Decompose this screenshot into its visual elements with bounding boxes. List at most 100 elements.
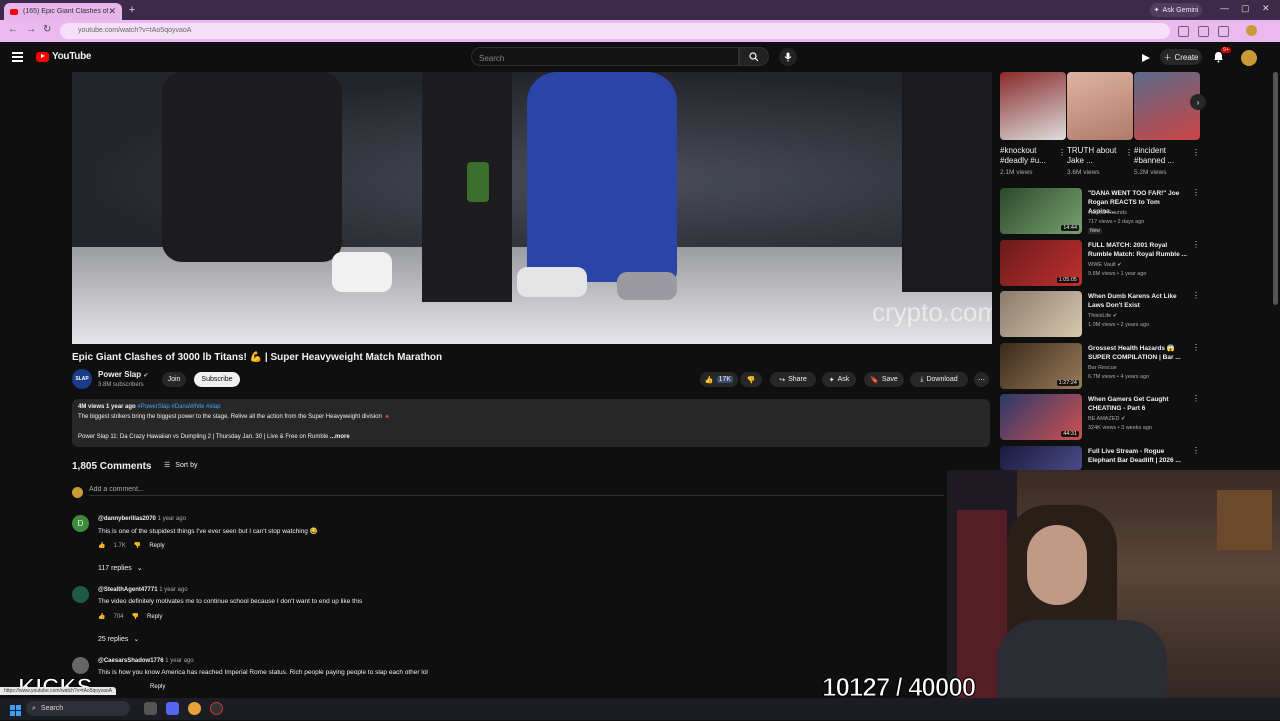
channel-avatar[interactable]: SLAP: [72, 369, 92, 389]
short-card[interactable]: #knockout #deadly #u... 2.1M views ⋮: [1000, 72, 1066, 176]
ask-gemini-button[interactable]: ✦ Ask Gemini: [1150, 3, 1202, 17]
thumbs-down-icon[interactable]: 👎: [134, 542, 141, 549]
join-button[interactable]: Join: [162, 372, 186, 387]
video-thumbnail[interactable]: 44:31: [1000, 394, 1082, 440]
video-thumbnail[interactable]: 14:44: [1000, 188, 1082, 234]
voice-search-button[interactable]: [779, 48, 797, 66]
more-options-icon[interactable]: ⋮: [1192, 291, 1200, 300]
youtube-logo[interactable]: YouTube: [36, 51, 92, 62]
browser-tab[interactable]: (165) Epic Giant Clashes of ✕: [4, 3, 122, 20]
short-card[interactable]: #incident #banned ... 5.2M views ⋮: [1134, 72, 1200, 176]
short-thumbnail[interactable]: [1067, 72, 1133, 140]
video-channel[interactable]: Tactical Rounds: [1088, 210, 1127, 216]
more-options-icon[interactable]: ⋮: [1192, 394, 1200, 403]
video-thumbnail[interactable]: [1000, 291, 1082, 337]
discord-icon[interactable]: [166, 702, 179, 715]
video-channel[interactable]: WWE Vault ✔: [1088, 262, 1122, 268]
extensions-icon[interactable]: [1178, 26, 1189, 37]
more-options-icon[interactable]: ⋮: [1192, 188, 1200, 197]
recommended-video[interactable]: 44:31 When Gamers Get Caught CHEATING - …: [1000, 394, 1200, 442]
create-button[interactable]: ＋ Create: [1160, 49, 1202, 65]
thumbs-down-icon[interactable]: 👎: [132, 613, 139, 620]
back-icon[interactable]: ←: [8, 24, 18, 35]
video-channel[interactable]: Bar Rescue: [1088, 365, 1117, 371]
video-thumbnail[interactable]: [1000, 446, 1082, 470]
comment-author[interactable]: @StealthAgent47771 1 year ago: [98, 587, 188, 593]
address-bar[interactable]: youtube.com/watch?v=tAo5qoyvaoA: [60, 23, 1170, 39]
short-title[interactable]: #knockout #deadly #u...: [1000, 146, 1066, 166]
video-title[interactable]: When Dumb Karens Act Like Laws Don't Exi…: [1088, 292, 1188, 310]
add-comment-input[interactable]: [89, 486, 944, 496]
like-button[interactable]: 👍 17K: [700, 372, 738, 387]
share-button[interactable]: ↪ Share: [770, 372, 816, 387]
short-title[interactable]: TRUTH about Jake ...: [1067, 146, 1133, 166]
video-title[interactable]: FULL MATCH: 2001 Royal Rumble Match: Roy…: [1088, 241, 1188, 259]
menu-icon[interactable]: [12, 52, 23, 64]
close-window-icon[interactable]: ✕: [1262, 3, 1270, 14]
show-more-link[interactable]: ...more: [330, 434, 350, 440]
recommended-video[interactable]: 14:44 "DANA WENT TOO FAR!" Joe Rogan REA…: [1000, 188, 1200, 236]
account-avatar[interactable]: [1241, 50, 1257, 66]
comment-avatar[interactable]: [72, 586, 89, 603]
more-options-icon[interactable]: ⋮: [1125, 148, 1133, 157]
obs-icon[interactable]: [210, 702, 223, 715]
tab-close-icon[interactable]: ✕: [108, 6, 116, 17]
thumbs-up-icon[interactable]: 👍: [98, 613, 105, 620]
recommended-video[interactable]: When Dumb Karens Act Like Laws Don't Exi…: [1000, 291, 1200, 339]
download-button[interactable]: ⤓ Download: [910, 372, 968, 387]
more-options-icon[interactable]: ⋮: [1058, 148, 1066, 157]
save-button[interactable]: 🔖 Save: [864, 372, 904, 387]
short-card[interactable]: TRUTH about Jake ... 3.6M views ⋮: [1067, 72, 1133, 176]
comment-avatar[interactable]: [72, 657, 89, 674]
comment-author[interactable]: @dannyberillas2070 1 year ago: [98, 516, 186, 522]
recommended-video[interactable]: Full Live Stream - Rogue Elephant Bar De…: [1000, 446, 1200, 470]
downloads-icon[interactable]: [1218, 26, 1229, 37]
comment-author[interactable]: @CaesarsShadow1776 1 year ago: [98, 658, 194, 664]
subscribe-button[interactable]: Subscribe: [194, 372, 240, 387]
sort-by-button[interactable]: ☰ Sort by: [164, 461, 197, 470]
chrome-icon[interactable]: [188, 702, 201, 715]
thumbs-up-icon[interactable]: 👍: [98, 542, 105, 549]
more-options-icon[interactable]: ⋮: [1192, 446, 1200, 455]
cast-icon[interactable]: [1140, 51, 1152, 69]
view-replies-button[interactable]: 117 replies ⌄: [98, 564, 143, 573]
bookmarks-icon[interactable]: [1198, 26, 1209, 37]
search-button[interactable]: [739, 47, 769, 66]
profile-icon[interactable]: [1246, 25, 1257, 36]
view-replies-button[interactable]: 25 replies ⌄: [98, 635, 139, 644]
video-thumbnail[interactable]: 1:05:05: [1000, 240, 1082, 286]
reload-icon[interactable]: ↻: [43, 24, 51, 35]
hashtags[interactable]: #PowerSlap #DanaWhite #slap: [137, 404, 220, 410]
forward-icon[interactable]: →: [26, 24, 36, 35]
more-options-icon[interactable]: ⋮: [1192, 240, 1200, 249]
video-title[interactable]: Full Live Stream - Rogue Elephant Bar De…: [1088, 447, 1188, 465]
short-title[interactable]: #incident #banned ...: [1134, 146, 1200, 166]
new-tab-button[interactable]: +: [126, 4, 138, 16]
reply-button[interactable]: Reply: [147, 614, 162, 620]
windows-start-icon[interactable]: [10, 703, 21, 721]
ask-button[interactable]: ✦ Ask: [822, 372, 856, 387]
video-player[interactable]: crypto.com: [72, 72, 992, 344]
video-title[interactable]: When Gamers Get Caught CHEATING - Part 6: [1088, 395, 1188, 413]
video-channel[interactable]: ThisisLife ✔: [1088, 313, 1117, 319]
recommended-video[interactable]: 1:05:05 FULL MATCH: 2001 Royal Rumble Ma…: [1000, 240, 1200, 288]
more-actions-icon[interactable]: ⋯: [974, 372, 989, 387]
channel-name[interactable]: Power Slap ✔: [98, 370, 148, 379]
reply-button[interactable]: Reply: [149, 543, 164, 549]
video-channel[interactable]: BE AMAZED ✔: [1088, 416, 1126, 422]
maximize-icon[interactable]: ▢: [1241, 3, 1250, 14]
chevron-right-icon[interactable]: ›: [1190, 94, 1206, 110]
minimize-icon[interactable]: —: [1220, 3, 1229, 13]
more-options-icon[interactable]: ⋮: [1192, 343, 1200, 352]
video-title[interactable]: Grossest Health Hazards 😱 SUPER COMPILAT…: [1088, 344, 1188, 362]
dislike-button[interactable]: 👎: [740, 372, 762, 387]
more-options-icon[interactable]: ⋮: [1192, 148, 1200, 157]
file-explorer-icon[interactable]: [144, 702, 157, 715]
recommended-video[interactable]: 1:27:24 Grossest Health Hazards 😱 SUPER …: [1000, 343, 1200, 391]
search-input[interactable]: [472, 49, 731, 68]
comment-avatar[interactable]: D: [72, 515, 89, 532]
page-scrollbar[interactable]: [1273, 72, 1278, 305]
taskbar-search[interactable]: ⌕ Search: [26, 701, 130, 716]
short-thumbnail[interactable]: [1000, 72, 1066, 140]
video-thumbnail[interactable]: 1:27:24: [1000, 343, 1082, 389]
